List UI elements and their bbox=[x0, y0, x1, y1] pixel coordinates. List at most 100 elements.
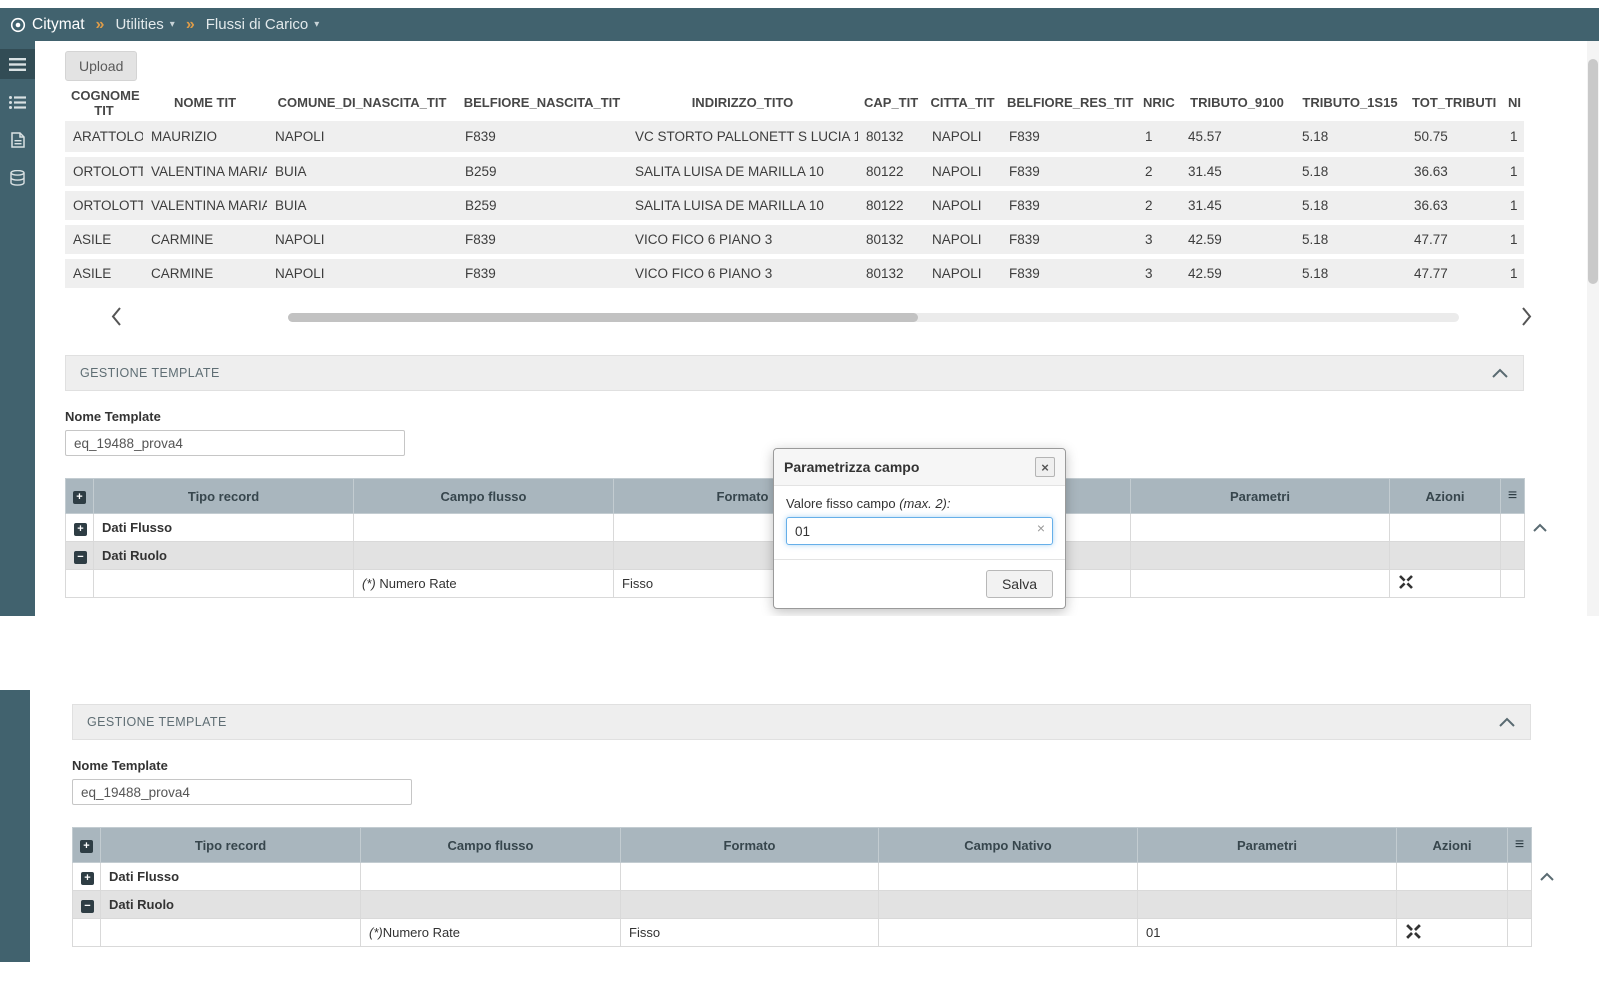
main-navbar: Citymat » Utilities ▾ » Flussi di Carico… bbox=[0, 8, 1599, 41]
cell: 3 bbox=[1137, 257, 1180, 291]
collapse-panel-button[interactable] bbox=[1491, 368, 1509, 379]
template-table-wrap: + Tipo record Campo flusso Formato Campo… bbox=[72, 827, 1599, 947]
expand-all-icon[interactable]: + bbox=[80, 840, 93, 853]
unlink-action-button[interactable] bbox=[1405, 923, 1422, 943]
brand-link[interactable]: Citymat bbox=[10, 16, 85, 34]
nav-flussi-di-carico[interactable]: Flussi di Carico ▾ bbox=[206, 16, 320, 33]
sidebar-list-button[interactable] bbox=[0, 87, 35, 117]
column-header: Campo flusso bbox=[354, 479, 614, 514]
record-row[interactable]: ASILECARMINENAPOLIF839VICO FICO 6 PIANO … bbox=[65, 257, 1524, 291]
unlink-icon bbox=[1398, 574, 1414, 590]
required-marker: (*) bbox=[369, 925, 383, 940]
cell: NAPOLI bbox=[267, 223, 457, 257]
record-row[interactable]: ORTOLOTTIVALENTINA MARIABUIAB259SALITA L… bbox=[65, 189, 1524, 223]
required-marker: (*) bbox=[362, 576, 376, 591]
scroll-left-button[interactable] bbox=[110, 306, 123, 330]
vertical-scrollbar-thumb[interactable] bbox=[1588, 59, 1598, 284]
nome-template-input[interactable] bbox=[72, 779, 412, 805]
nome-template-label: Nome Template bbox=[65, 409, 1599, 424]
horizontal-scrollbar-thumb[interactable] bbox=[288, 313, 918, 322]
cell bbox=[73, 919, 101, 947]
collapse-icon[interactable]: − bbox=[81, 900, 94, 913]
expand-all-icon[interactable]: + bbox=[73, 491, 86, 504]
template-scroll-gutter bbox=[1525, 478, 1555, 536]
field-label-text: Valore fisso campo bbox=[786, 496, 896, 511]
record-row[interactable]: ARATTOLOMAURIZIONAPOLIF839VC STORTO PALL… bbox=[65, 121, 1524, 155]
horizontal-scroll-row bbox=[65, 305, 1599, 329]
cell: 1 bbox=[1502, 155, 1524, 189]
unlink-icon bbox=[1405, 923, 1422, 940]
gestione-template-panel-header[interactable]: GESTIONE TEMPLATE bbox=[65, 355, 1524, 391]
record-row[interactable]: ORTOLOTTIVALENTINA MARIABUIAB259SALITA L… bbox=[65, 155, 1524, 189]
cell bbox=[1131, 514, 1390, 542]
group-label: Dati Flusso bbox=[94, 514, 354, 542]
gestione-template-panel-header[interactable]: GESTIONE TEMPLATE bbox=[72, 704, 1531, 740]
cell bbox=[94, 570, 354, 598]
template-scroll-up-button[interactable] bbox=[1532, 521, 1548, 536]
close-icon[interactable]: × bbox=[1035, 457, 1055, 477]
field-label-hint: (max. 2): bbox=[899, 496, 950, 511]
cell: 5.18 bbox=[1294, 189, 1406, 223]
template-scroll-up-button[interactable] bbox=[1539, 870, 1555, 885]
template-header-row: + Tipo record Campo flusso Formato Campo… bbox=[73, 828, 1532, 863]
cell: 1 bbox=[1137, 121, 1180, 155]
cell: F839 bbox=[457, 223, 627, 257]
brand-label: Citymat bbox=[32, 16, 85, 34]
collapse-panel-button[interactable] bbox=[1498, 717, 1516, 728]
columns-menu-icon[interactable]: ≡ bbox=[1515, 836, 1524, 854]
page: Citymat » Utilities ▾ » Flussi di Carico… bbox=[0, 0, 1599, 986]
cell bbox=[1501, 514, 1525, 542]
cell: 47.77 bbox=[1406, 223, 1502, 257]
sidebar-database-button[interactable] bbox=[0, 163, 35, 193]
cell: 42.59 bbox=[1180, 257, 1294, 291]
salva-button[interactable]: Salva bbox=[986, 570, 1053, 598]
nome-template-input[interactable] bbox=[65, 430, 405, 456]
horizontal-scrollbar-track[interactable] bbox=[288, 313, 1459, 322]
columns-menu-icon[interactable]: ≡ bbox=[1508, 487, 1517, 505]
sidebar-file-button[interactable] bbox=[0, 125, 35, 155]
app-sidebar-strip bbox=[0, 690, 30, 962]
database-icon bbox=[10, 170, 25, 186]
breadcrumb-separator-icon: » bbox=[96, 16, 105, 34]
column-header: Parametri bbox=[1131, 479, 1390, 514]
record-row[interactable]: ASILECARMINENAPOLIF839VICO FICO 6 PIANO … bbox=[65, 223, 1524, 257]
column-header: CITTA_TIT bbox=[924, 87, 1001, 121]
unlink-action-button[interactable] bbox=[1398, 574, 1414, 593]
valore-fisso-input[interactable] bbox=[786, 517, 1053, 545]
expand-icon[interactable]: + bbox=[81, 872, 94, 885]
upload-button[interactable]: Upload bbox=[65, 51, 137, 81]
caret-down-icon: ▾ bbox=[170, 19, 175, 30]
cell bbox=[1390, 514, 1501, 542]
cell: 47.77 bbox=[1406, 257, 1502, 291]
cell bbox=[1138, 891, 1397, 919]
modal-footer: Salva bbox=[774, 559, 1065, 608]
column-header: Azioni bbox=[1390, 479, 1501, 514]
cell bbox=[1390, 542, 1501, 570]
menu-icon bbox=[9, 58, 26, 71]
cell: F839 bbox=[1001, 257, 1137, 291]
column-header: INDIRIZZO_TITO bbox=[627, 87, 858, 121]
sidebar-menu-button[interactable] bbox=[0, 49, 35, 79]
column-header: Tipo record bbox=[94, 479, 354, 514]
azioni-cell bbox=[1390, 570, 1501, 598]
clear-icon[interactable]: × bbox=[1033, 520, 1049, 536]
scroll-right-button[interactable] bbox=[1520, 306, 1533, 330]
citymat-logo-icon bbox=[10, 17, 26, 33]
campo-flusso-label: Numero Rate bbox=[383, 925, 460, 940]
cell bbox=[1501, 570, 1525, 598]
cell: 80122 bbox=[858, 189, 924, 223]
expand-icon[interactable]: + bbox=[74, 523, 87, 536]
column-header: TOT_TRIBUTI bbox=[1406, 87, 1502, 121]
cell bbox=[1138, 863, 1397, 891]
parametri-cell bbox=[1131, 570, 1390, 598]
cell: F839 bbox=[1001, 223, 1137, 257]
cell: B259 bbox=[457, 189, 627, 223]
cell: 5.18 bbox=[1294, 121, 1406, 155]
cell: F839 bbox=[1001, 189, 1137, 223]
column-header: TRIBUTO_9100 bbox=[1180, 87, 1294, 121]
formato-cell: Fisso bbox=[621, 919, 879, 947]
vertical-scrollbar[interactable] bbox=[1587, 41, 1599, 616]
nav-utilities[interactable]: Utilities ▾ bbox=[115, 16, 174, 33]
collapse-icon[interactable]: − bbox=[74, 551, 87, 564]
cell: SALITA LUISA DE MARILLA 10 bbox=[627, 189, 858, 223]
